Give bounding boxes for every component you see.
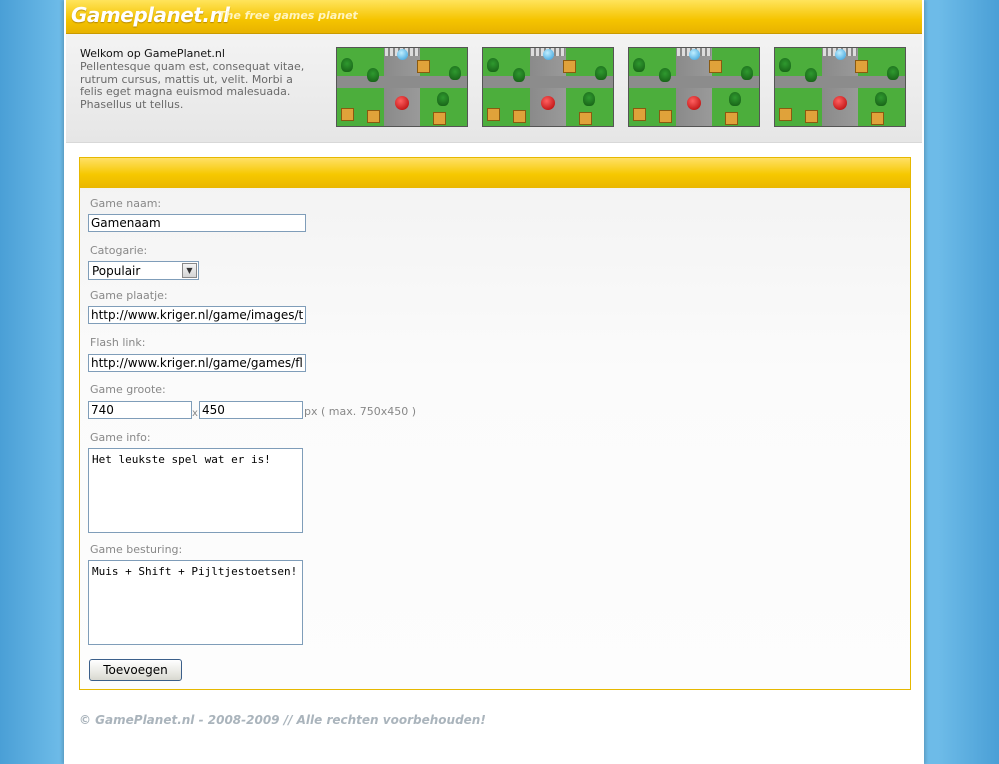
game-image-input[interactable] xyxy=(88,306,306,324)
game-name-label: Game naam: xyxy=(90,197,162,210)
game-size-label: Game groote: xyxy=(90,383,166,396)
top-bar: Gameplanet.nl The free games planet xyxy=(66,0,922,34)
site-tagline: The free games planet xyxy=(218,9,358,22)
game-height-input[interactable] xyxy=(199,401,303,419)
size-separator: x xyxy=(192,408,198,419)
site-logo[interactable]: Gameplanet.nl xyxy=(71,3,230,27)
game-image-label: Game plaatje: xyxy=(90,289,168,302)
size-hint: px ( max. 750x450 ) xyxy=(304,405,417,418)
flash-link-input[interactable] xyxy=(88,354,306,372)
game-info-textarea[interactable]: Het leukste spel wat er is! xyxy=(88,448,303,533)
game-controls-textarea[interactable]: Muis + Shift + Pijltjestoetsen! xyxy=(88,560,303,645)
add-game-panel: Game naam: Catogarie: Populair ▼ Game pl… xyxy=(79,157,911,690)
category-label: Catogarie: xyxy=(90,244,148,257)
game-info-label: Game info: xyxy=(90,431,151,444)
welcome-text: Pellentesque quam est, consequat vitae, … xyxy=(80,60,305,111)
page-container: Gameplanet.nl The free games planet Welk… xyxy=(64,0,924,764)
category-selected-value: Populair xyxy=(92,264,141,278)
chevron-down-icon[interactable]: ▼ xyxy=(182,263,197,278)
welcome-title: Welkom op GamePlanet.nl xyxy=(80,47,225,60)
game-thumbnail-3[interactable] xyxy=(628,47,760,127)
game-thumbnail-1[interactable] xyxy=(336,47,468,127)
game-thumbnail-4[interactable] xyxy=(774,47,906,127)
game-name-input[interactable] xyxy=(88,214,306,232)
footer-copyright: © GamePlanet.nl - 2008-2009 // Alle rech… xyxy=(79,713,486,727)
flash-link-label: Flash link: xyxy=(90,336,146,349)
game-thumbnail-2[interactable] xyxy=(482,47,614,127)
category-select[interactable]: Populair ▼ xyxy=(88,261,199,280)
panel-header xyxy=(80,158,910,188)
game-width-input[interactable] xyxy=(88,401,192,419)
header-band: Welkom op GamePlanet.nl Pellentesque qua… xyxy=(66,34,922,143)
add-game-button[interactable]: Toevoegen xyxy=(89,659,182,681)
game-controls-label: Game besturing: xyxy=(90,543,183,556)
